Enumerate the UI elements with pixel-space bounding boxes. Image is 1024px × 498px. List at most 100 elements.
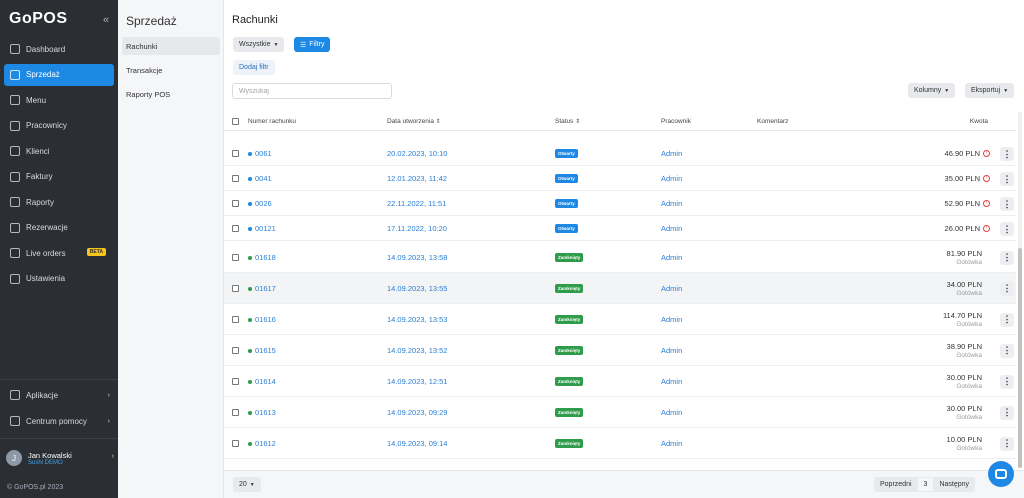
row-actions-menu-icon[interactable]: ⋮ xyxy=(1000,222,1014,236)
row-checkbox[interactable] xyxy=(232,346,239,354)
bill-number-link[interactable]: 01613 xyxy=(248,408,276,417)
table-row[interactable]: 0041 12.01.2023, 11:42 Otwarty Admin 35.00 P… xyxy=(224,167,1016,191)
row-checkbox[interactable] xyxy=(232,439,239,447)
row-actions-menu-icon[interactable]: ⋮ xyxy=(1000,312,1014,327)
table-row[interactable]: 01613 14.09.2023, 09:29 Zamknięty Admin 30.0… xyxy=(224,397,1016,428)
table-row[interactable]: 01618 14.09.2023, 13:58 Zamknięty Admin 81.9… xyxy=(224,242,1016,273)
warning-icon[interactable]: ! xyxy=(983,200,990,207)
previous-page-button[interactable]: Poprzedni xyxy=(874,481,918,488)
chat-button[interactable] xyxy=(988,461,1014,487)
column-header-comment[interactable]: Komentarz xyxy=(757,118,788,125)
sidebar-item-ustawienia[interactable]: Ustawienia xyxy=(4,268,114,290)
column-header-amount[interactable]: Kwota xyxy=(970,118,988,125)
row-checkbox[interactable] xyxy=(232,408,239,416)
employee-link[interactable]: Admin xyxy=(661,439,682,448)
sidebar-item-raporty[interactable]: Raporty xyxy=(4,191,114,213)
warning-icon[interactable]: ! xyxy=(983,175,990,182)
column-header-employee[interactable]: Pracownik xyxy=(661,118,691,125)
table-row[interactable]: 01615 14.09.2023, 13:52 Zamknięty Admin 38.9… xyxy=(224,335,1016,366)
column-header-status[interactable]: Status ⇕ xyxy=(555,118,580,125)
next-page-button[interactable]: Następny xyxy=(933,481,975,488)
bill-number-link[interactable]: 0026 xyxy=(248,199,272,208)
bill-number-link[interactable]: 0041 xyxy=(248,174,272,183)
row-checkbox[interactable] xyxy=(232,377,239,385)
bill-number-link[interactable]: 01614 xyxy=(248,377,276,386)
employee-link[interactable]: Admin xyxy=(661,149,682,158)
employee-link[interactable]: Admin xyxy=(661,315,682,324)
warning-icon[interactable]: ! xyxy=(983,150,990,157)
row-actions-menu-icon[interactable]: ⋮ xyxy=(1000,343,1014,358)
created-date-link[interactable]: 14.09.2023, 13:55 xyxy=(387,284,447,293)
bill-number-link[interactable]: 01612 xyxy=(248,439,276,448)
row-checkbox[interactable] xyxy=(232,253,239,261)
per-page-dropdown[interactable]: 20 ▼ xyxy=(233,477,261,492)
created-date-link[interactable]: 14.09.2023, 13:53 xyxy=(387,315,447,324)
scrollbar[interactable] xyxy=(1018,112,1022,468)
sidebar-item-aplikacje[interactable]: Aplikacje › xyxy=(4,384,114,406)
employee-link[interactable]: Admin xyxy=(661,253,682,262)
sidebar-item-klienci[interactable]: Klienci xyxy=(4,140,114,162)
employee-link[interactable]: Admin xyxy=(661,199,682,208)
status-filter-dropdown[interactable]: Wszystkie ▼ xyxy=(233,37,285,52)
row-actions-menu-icon[interactable]: ⋮ xyxy=(1000,436,1014,451)
employee-link[interactable]: Admin xyxy=(661,174,682,183)
sidebar-item-pracownicy[interactable]: Pracownicy xyxy=(4,115,114,137)
employee-link[interactable]: Admin xyxy=(661,346,682,355)
table-row[interactable]: 0026 22.11.2022, 11:51 Otwarty Admin 52.90 P… xyxy=(224,192,1016,216)
table-row[interactable]: 01612 14.09.2023, 09:14 Zamknięty Admin 10.0… xyxy=(224,428,1016,459)
sidebar-item-faktury[interactable]: Faktury xyxy=(4,166,114,188)
sidebar-item-sprzedaż[interactable]: Sprzedaż xyxy=(4,63,114,86)
search-input[interactable] xyxy=(232,83,392,99)
table-row[interactable]: 00121 17.11.2022, 10:20 Otwarty Admin 26.00 … xyxy=(224,217,1016,241)
row-actions-menu-icon[interactable]: ⋮ xyxy=(1000,147,1014,161)
warning-icon[interactable]: ! xyxy=(983,225,990,232)
sidebar-item-live-orders[interactable]: Live orders BETA xyxy=(4,242,114,264)
employee-link[interactable]: Admin xyxy=(661,224,682,233)
row-actions-menu-icon[interactable]: ⋮ xyxy=(1000,281,1014,296)
row-checkbox[interactable] xyxy=(232,225,239,232)
created-date-link[interactable]: 14.09.2023, 09:29 xyxy=(387,408,447,417)
bill-number-link[interactable]: 00121 xyxy=(248,224,276,233)
created-date-link[interactable]: 14.09.2023, 13:58 xyxy=(387,253,447,262)
submenu-item-transakcje[interactable]: Transakcje xyxy=(122,61,220,79)
created-date-link[interactable]: 14.09.2023, 12:51 xyxy=(387,377,447,386)
created-date-link[interactable]: 20.02.2023, 10:10 xyxy=(387,149,447,158)
current-page[interactable]: 3 xyxy=(917,478,934,491)
created-date-link[interactable]: 22.11.2022, 11:51 xyxy=(387,199,446,208)
created-date-link[interactable]: 17.11.2022, 10:20 xyxy=(387,224,447,233)
user-menu[interactable]: J Jan Kowalski Sushi DEMO › xyxy=(6,447,114,469)
bill-number-link[interactable]: 01616 xyxy=(248,315,276,324)
employee-link[interactable]: Admin xyxy=(661,408,682,417)
created-date-link[interactable]: 12.01.2023, 11:42 xyxy=(387,174,447,183)
bill-number-link[interactable]: 01615 xyxy=(248,346,276,355)
row-checkbox[interactable] xyxy=(232,315,239,323)
select-all-checkbox[interactable] xyxy=(232,118,239,125)
table-row[interactable]: 01614 14.09.2023, 12:51 Zamknięty Admin 30.0… xyxy=(224,366,1016,397)
add-filter-button[interactable]: Dodaj filtr xyxy=(233,60,275,75)
table-row[interactable]: 0061 20.02.2023, 10:10 Otwarty Admin 46.90 P… xyxy=(224,142,1016,166)
collapse-sidebar-icon[interactable]: « xyxy=(103,14,109,26)
row-checkbox[interactable] xyxy=(232,150,239,157)
gopos-logo[interactable]: GoPOS xyxy=(9,10,68,28)
row-actions-menu-icon[interactable]: ⋮ xyxy=(1000,172,1014,186)
column-header-number[interactable]: Numer rachunku xyxy=(248,118,296,125)
bill-number-link[interactable]: 01618 xyxy=(248,253,276,262)
created-date-link[interactable]: 14.09.2023, 09:14 xyxy=(387,439,447,448)
employee-link[interactable]: Admin xyxy=(661,377,682,386)
bill-number-link[interactable]: 0061 xyxy=(248,149,272,158)
row-actions-menu-icon[interactable]: ⋮ xyxy=(1000,405,1014,420)
sidebar-item-menu[interactable]: Menu xyxy=(4,89,114,111)
row-checkbox[interactable] xyxy=(232,200,239,207)
filters-button[interactable]: ☰ Filtry xyxy=(294,37,331,52)
bill-number-link[interactable]: 01617 xyxy=(248,284,276,293)
row-actions-menu-icon[interactable]: ⋮ xyxy=(1000,374,1014,389)
table-row[interactable]: 01616 14.09.2023, 13:53 Zamknięty Admin 114.… xyxy=(224,304,1016,335)
sidebar-item-centrum-pomocy[interactable]: Centrum pomocy › xyxy=(4,410,114,432)
scrollbar-thumb[interactable] xyxy=(1018,248,1022,468)
table-row[interactable]: 01617 14.09.2023, 13:55 Zamknięty Admin 34.0… xyxy=(224,273,1016,304)
sidebar-item-rezerwacje[interactable]: Rezerwacje xyxy=(4,217,114,239)
column-header-date[interactable]: Data utworzenia ⇕ xyxy=(387,118,441,125)
employee-link[interactable]: Admin xyxy=(661,284,682,293)
submenu-item-raporty-pos[interactable]: Raporty POS xyxy=(122,85,220,103)
created-date-link[interactable]: 14.09.2023, 13:52 xyxy=(387,346,447,355)
